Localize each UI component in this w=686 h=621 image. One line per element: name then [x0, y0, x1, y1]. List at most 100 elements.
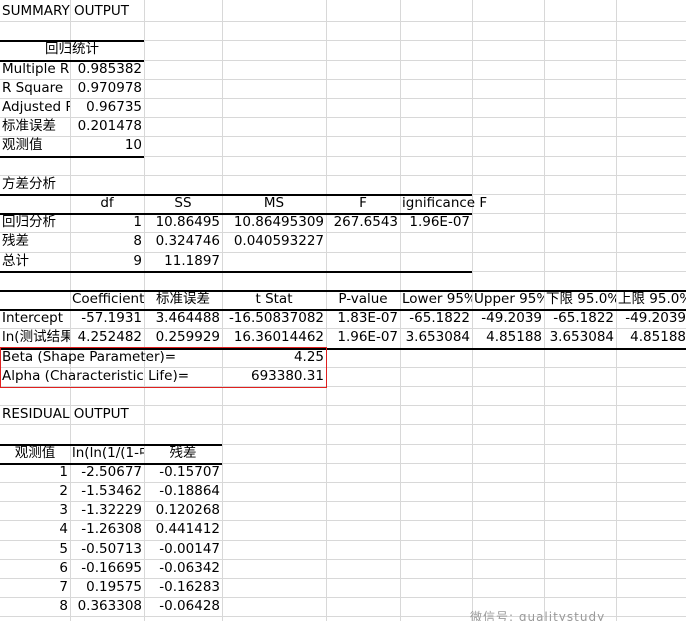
anova-cell[interactable]: 267.6543	[326, 213, 400, 232]
coefficients-header[interactable]: Lower 95%	[400, 290, 472, 309]
coefficients-cell[interactable]: 3.653084	[544, 328, 616, 347]
stat-value[interactable]: 0.985382	[70, 60, 144, 79]
residual-cell[interactable]: -0.15707	[144, 463, 222, 482]
coefficients-cell[interactable]: 3.464488	[144, 309, 222, 328]
anova-cell[interactable]	[326, 232, 400, 251]
coefficients-header[interactable]: Coefficients	[70, 290, 144, 309]
residual-cell[interactable]: 0.441412	[144, 520, 222, 539]
anova-cell[interactable]: 残差	[0, 232, 70, 251]
beta-label[interactable]: Beta (Shape Parameter)=	[0, 348, 222, 367]
coefficients-cell[interactable]: ln(测试结果	[0, 328, 70, 347]
coefficients-cell[interactable]: -65.1822	[544, 309, 616, 328]
residual-title[interactable]: RESIDUAL OUTPUT	[0, 405, 222, 424]
coefficients-cell[interactable]: 1.96E-07	[326, 328, 400, 347]
residual-cell[interactable]: 1	[0, 463, 70, 482]
coefficients-cell[interactable]: Intercept	[0, 309, 70, 328]
stat-label[interactable]: 标准误差	[0, 117, 70, 136]
anova-cell[interactable]: 10.86495309	[222, 213, 326, 232]
coefficients-header[interactable]	[0, 290, 70, 309]
alpha-value[interactable]: 693380.31	[222, 367, 326, 386]
anova-header[interactable]: MS	[222, 194, 326, 213]
anova-cell[interactable]: 1	[70, 213, 144, 232]
residual-cell[interactable]: 8	[0, 597, 70, 616]
stat-value[interactable]: 0.201478	[70, 117, 144, 136]
residual-cell[interactable]: -0.00147	[144, 540, 222, 559]
alpha-label[interactable]: Alpha (Characteristic Life)=	[0, 367, 222, 386]
coefficients-header[interactable]: 标准误差	[144, 290, 222, 309]
residual-cell[interactable]: 0.363308	[70, 597, 144, 616]
anova-cell[interactable]: 总计	[0, 252, 70, 271]
coefficients-cell[interactable]: 0.259929	[144, 328, 222, 347]
coefficients-cell[interactable]: 3.653084	[400, 328, 472, 347]
anova-cell[interactable]: 回归分析	[0, 213, 70, 232]
residual-cell[interactable]: -1.32229	[70, 501, 144, 520]
stat-value[interactable]: 0.970978	[70, 79, 144, 98]
anova-header[interactable]: ignificance F	[400, 194, 487, 213]
stat-value[interactable]: 10	[70, 136, 144, 155]
coefficients-cell[interactable]: 16.36014462	[222, 328, 326, 347]
residual-cell[interactable]: 0.120268	[144, 501, 222, 520]
residual-cell[interactable]: -0.06428	[144, 597, 222, 616]
row-gridline	[0, 424, 686, 425]
residual-cell[interactable]: -0.50713	[70, 540, 144, 559]
stat-value[interactable]: 0.96735	[70, 98, 144, 117]
residual-cell[interactable]: -0.16695	[70, 559, 144, 578]
residual-cell[interactable]: -0.16283	[144, 578, 222, 597]
coefficients-header[interactable]: P-value	[326, 290, 400, 309]
residual-header[interactable]: ln(ln(1/(1-中	[70, 444, 144, 463]
anova-cell[interactable]: 9	[70, 252, 144, 271]
coefficients-header[interactable]: 上限 95.0%	[616, 290, 686, 309]
residual-cell[interactable]: -0.06342	[144, 559, 222, 578]
residual-cell[interactable]: 7	[0, 578, 70, 597]
residual-cell[interactable]: 3	[0, 501, 70, 520]
residual-cell[interactable]: -0.18864	[144, 482, 222, 501]
coefficients-cell[interactable]: -57.1931	[70, 309, 144, 328]
stat-label[interactable]: R Square	[0, 79, 70, 98]
anova-cell[interactable]	[400, 232, 472, 251]
anova-header[interactable]: SS	[144, 194, 222, 213]
table-border-line	[0, 156, 144, 158]
coefficients-cell[interactable]: 4.85188	[616, 328, 686, 347]
watermark-text: 微信号: qualitystudy	[470, 610, 606, 621]
residual-cell[interactable]: 5	[0, 540, 70, 559]
anova-cell[interactable]	[326, 252, 400, 271]
coefficients-cell[interactable]: 1.83E-07	[326, 309, 400, 328]
coefficients-cell[interactable]: 4.85188	[472, 328, 544, 347]
coefficients-cell[interactable]: -49.2039	[616, 309, 686, 328]
residual-cell[interactable]: 0.19575	[70, 578, 144, 597]
coefficients-cell[interactable]: -65.1822	[400, 309, 472, 328]
coefficients-cell[interactable]: -16.50837082	[222, 309, 326, 328]
coefficients-cell[interactable]: -49.2039	[472, 309, 544, 328]
anova-cell[interactable]: 10.86495	[144, 213, 222, 232]
anova-cell[interactable]: 0.324746	[144, 232, 222, 251]
residual-cell[interactable]: -1.26308	[70, 520, 144, 539]
residual-header[interactable]: 观测值	[0, 444, 70, 463]
anova-cell[interactable]	[222, 252, 326, 271]
residual-header[interactable]: 残差	[144, 444, 222, 463]
coefficients-header[interactable]: Upper 95%	[472, 290, 544, 309]
anova-cell[interactable]: 11.1897	[144, 252, 222, 271]
stat-label[interactable]: 观测值	[0, 136, 70, 155]
anova-cell[interactable]: 1.96E-07	[400, 213, 472, 232]
summary-title[interactable]: SUMMARY OUTPUT	[0, 2, 222, 21]
anova-header[interactable]: F	[326, 194, 400, 213]
residual-cell[interactable]: -1.53462	[70, 482, 144, 501]
anova-cell[interactable]: 0.040593227	[222, 232, 326, 251]
anova-header[interactable]: df	[70, 194, 144, 213]
stat-label[interactable]: Multiple R	[0, 60, 70, 79]
residual-cell[interactable]: 2	[0, 482, 70, 501]
coefficients-cell[interactable]: 4.252482	[70, 328, 144, 347]
anova-title[interactable]: 方差分析	[0, 175, 144, 194]
anova-cell[interactable]: 8	[70, 232, 144, 251]
stat-label[interactable]: Adjusted R	[0, 98, 70, 117]
beta-value[interactable]: 4.25	[222, 348, 326, 367]
residual-cell[interactable]: -2.50677	[70, 463, 144, 482]
residual-cell[interactable]: 4	[0, 520, 70, 539]
anova-cell[interactable]	[400, 252, 472, 271]
residual-cell[interactable]: 6	[0, 559, 70, 578]
spreadsheet-grid[interactable]: SUMMARY OUTPUT 回归统计 Multiple R 0.985382 R Sq…	[0, 0, 686, 621]
coefficients-header[interactable]: 下限 95.0%	[544, 290, 616, 309]
anova-header[interactable]	[0, 194, 70, 213]
regression-stats-header[interactable]: 回归统计	[0, 40, 144, 59]
coefficients-header[interactable]: t Stat	[222, 290, 326, 309]
